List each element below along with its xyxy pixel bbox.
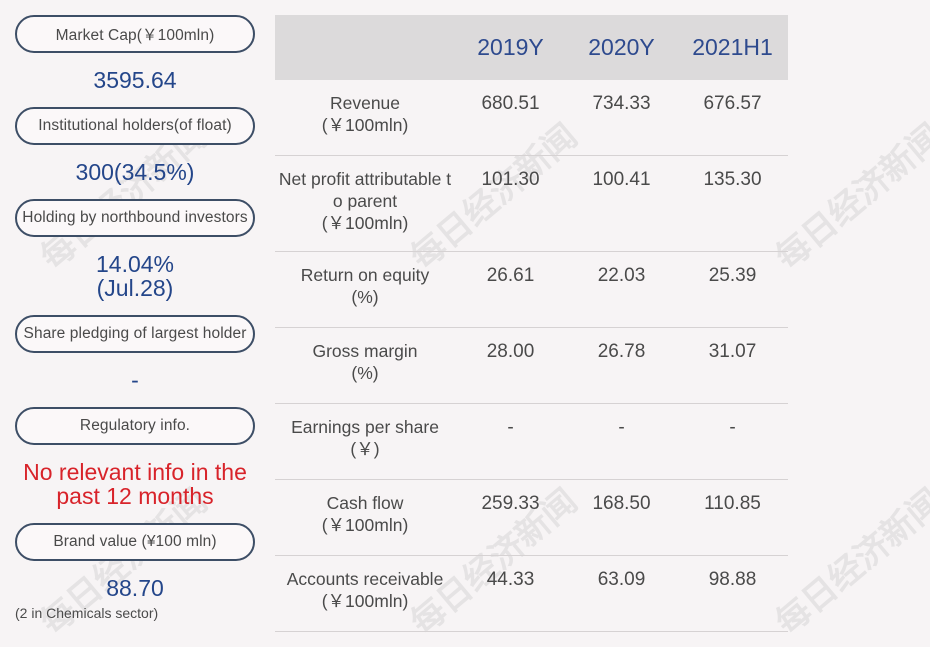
- table-row: Return on equity (%) 26.61 22.03 25.39: [275, 252, 788, 328]
- table-cell: 98.88: [708, 569, 757, 590]
- table-cell: 110.85: [704, 493, 761, 514]
- row-label: Accounts receivable (￥100mln): [286, 569, 444, 611]
- institutional-holders-label: Institutional holders(of float): [15, 107, 255, 145]
- column-header: 2019Y: [477, 34, 544, 60]
- table-cell: 135.30: [703, 169, 762, 190]
- table-cell: 28.00: [486, 341, 535, 362]
- table-cell: -: [729, 417, 736, 438]
- table-cell: 31.07: [708, 341, 757, 362]
- table-cell: 25.39: [708, 265, 757, 286]
- table-row: Revenue (￥100mln) 680.51 734.33 676.57: [275, 80, 788, 156]
- column-header: 2021H1: [692, 34, 773, 60]
- table-cell: 26.61: [486, 265, 535, 286]
- table-cell: 101.30: [481, 169, 540, 190]
- row-label: Net profit attributable to parent (￥100ml…: [278, 169, 452, 233]
- table-cell: 26.78: [597, 341, 646, 362]
- row-label: Cash flow (￥100mln): [321, 493, 409, 535]
- regulatory-info-label: Regulatory info.: [15, 407, 255, 445]
- market-cap-label: Market Cap(￥100mln): [15, 15, 255, 53]
- share-pledging-value: -: [131, 367, 139, 393]
- table-cell: 680.51: [481, 93, 540, 114]
- table-cell: 676.57: [703, 93, 762, 114]
- table-row: Earnings per share (￥) - - -: [275, 404, 788, 480]
- row-label: Revenue (￥100mln): [321, 93, 409, 135]
- table-cell: 100.41: [592, 169, 651, 190]
- northbound-date: (Jul.28): [96, 275, 174, 301]
- table-cell: 259.33: [481, 493, 540, 514]
- regulatory-info-value: No relevant info in the: [23, 459, 247, 485]
- brand-value-note: (2 in Chemicals sector): [15, 605, 159, 621]
- share-pledging-label: Share pledging of largest holder: [15, 315, 255, 353]
- table-row: Gross margin (%) 28.00 26.78 31.07: [275, 328, 788, 404]
- table-row: Net profit attributable to parent (￥100ml…: [275, 156, 788, 252]
- table-row: Cash flow (￥100mln) 259.33 168.50 110.85: [275, 480, 788, 556]
- table-cell: -: [618, 417, 625, 438]
- table-cell: 63.09: [597, 569, 646, 590]
- table-cell: 734.33: [592, 93, 651, 114]
- brand-value: 88.70: [106, 575, 164, 601]
- northbound-value: 14.04%: [95, 251, 174, 277]
- watermark: 每日经济新闻: [768, 116, 930, 279]
- column-header: 2020Y: [588, 34, 655, 60]
- regulatory-info-value-2: past 12 months: [56, 483, 214, 509]
- brand-value-label: Brand value (¥100 mln): [15, 523, 255, 561]
- table-cell: 168.50: [592, 493, 651, 514]
- table-row: Accounts receivable (￥100mln) 44.33 63.09…: [275, 556, 788, 632]
- watermark: 每日经济新闻: [768, 481, 930, 644]
- row-label: Return on equity (%): [300, 265, 430, 307]
- table-cell: -: [507, 417, 514, 438]
- row-label: Gross margin (%): [312, 341, 418, 383]
- table-cell: 44.33: [486, 569, 535, 590]
- institutional-holders-value: 300(34.5%): [75, 159, 195, 185]
- northbound-label: Holding by northbound investors: [15, 199, 255, 237]
- financial-table: 2019Y 2020Y 2021H1 Revenue (￥100mln) 680.…: [275, 15, 788, 632]
- row-label: Earnings per share (￥): [291, 417, 439, 459]
- table-cell: 22.03: [597, 265, 646, 286]
- market-cap-value: 3595.64: [93, 67, 177, 93]
- table-header: 2019Y 2020Y 2021H1: [275, 15, 788, 80]
